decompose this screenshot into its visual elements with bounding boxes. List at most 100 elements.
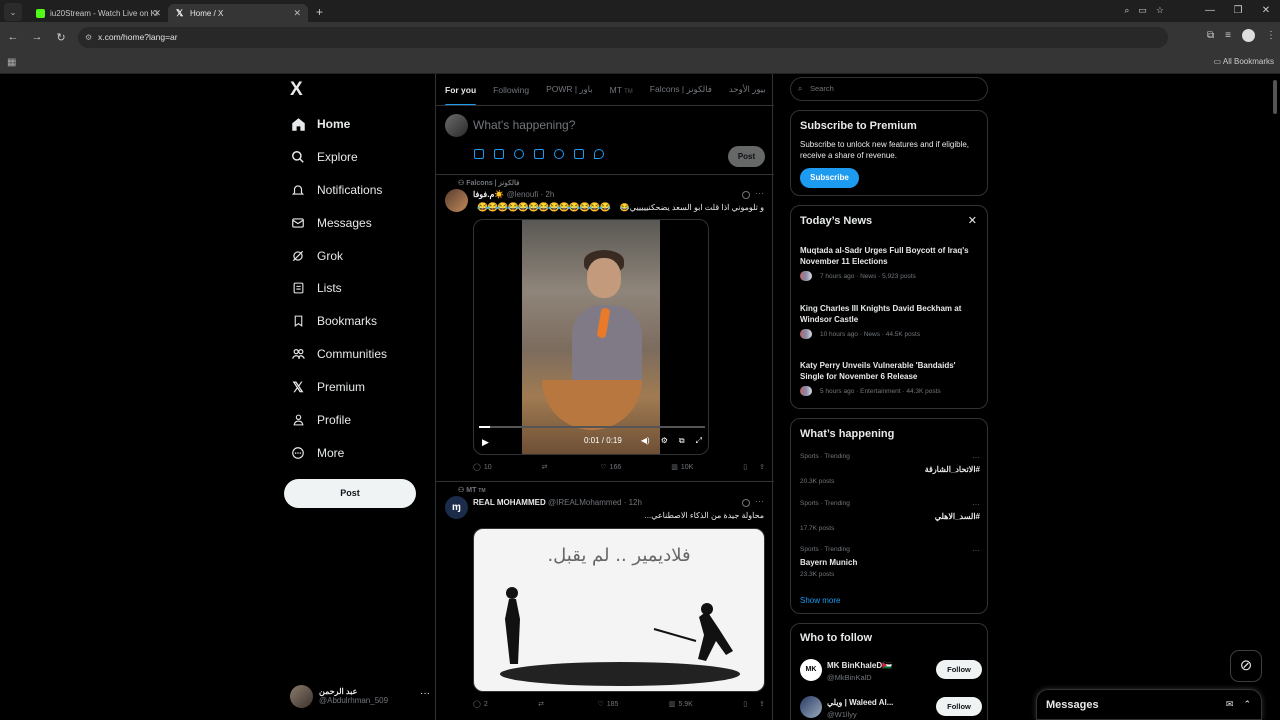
share-icon[interactable]: ⇪ <box>759 700 765 708</box>
maximize-icon[interactable]: ❐ <box>1224 0 1252 22</box>
author-name[interactable]: REAL MOHAMMED <box>473 498 546 507</box>
nav-post-button[interactable]: Post <box>284 479 416 508</box>
schedule-icon[interactable] <box>574 149 584 159</box>
grok-icon[interactable] <box>742 499 750 507</box>
messages-drawer[interactable]: Messages ✉ ⌃ <box>1036 689 1262 720</box>
close-icon[interactable]: ✕ <box>968 214 977 227</box>
views-button[interactable]: ▥ 5.9K <box>669 700 693 709</box>
close-window-icon[interactable]: ✕ <box>1252 0 1280 22</box>
more-icon[interactable]: ··· <box>972 546 980 555</box>
back-icon[interactable]: ← <box>2 31 24 43</box>
reload-icon[interactable]: ↻ <box>50 31 72 44</box>
compose-input[interactable]: What's happening? <box>473 118 575 132</box>
follow-suggestion[interactable]: MK MK BinKhaleD🇯🇴 @MkBinKalD Follow <box>800 659 982 689</box>
grok-fab-icon[interactable]: ⊘ <box>1230 650 1262 682</box>
more-icon[interactable]: ··· <box>755 496 764 506</box>
follow-suggestion[interactable]: ويلي | Waleed Al... @W1llyy Follow <box>800 696 982 720</box>
nav-grok[interactable]: Grok <box>290 245 343 267</box>
emoji-icon[interactable] <box>554 149 564 159</box>
subscribe-button[interactable]: Subscribe <box>800 168 859 188</box>
volume-icon[interactable]: ◀) <box>641 436 650 446</box>
nav-lists[interactable]: Lists <box>290 277 342 299</box>
new-tab-icon[interactable]: + <box>316 5 323 19</box>
follow-button[interactable]: Follow <box>936 697 982 716</box>
trend-item[interactable]: Sports · Trending Bayern Munich 23.3K po… <box>800 546 980 578</box>
tab-search-icon[interactable]: ⌄ <box>4 3 22 21</box>
author-name[interactable]: م.فوفا☀️ <box>473 190 504 199</box>
menu-icon[interactable]: ⋮ <box>1266 30 1276 41</box>
nav-communities[interactable]: Communities <box>290 343 387 365</box>
show-more-link[interactable]: Show more <box>800 596 840 605</box>
bookmark-button[interactable]: ▯ ⇪ <box>743 700 765 708</box>
avatar[interactable]: ɱ <box>445 496 468 519</box>
more-icon[interactable]: ··· <box>972 453 980 462</box>
new-message-icon[interactable]: ✉ <box>1226 699 1234 710</box>
apps-grid-icon[interactable]: ▦ <box>7 57 16 68</box>
video-player[interactable]: ▶ 0:01 / 0:19 ◀) ⚙ ⧉ ⤢ <box>473 219 709 455</box>
follow-button[interactable]: Follow <box>936 660 982 679</box>
trend-item[interactable]: Sports · Trending #الاتحاد_الشارقة 20.3K… <box>800 453 980 485</box>
post-time[interactable]: · 12h <box>624 498 642 507</box>
poll-icon[interactable] <box>534 149 544 159</box>
browser-tab-x[interactable]: 𝕏 Home / X ✕ <box>168 4 308 22</box>
nav-bookmarks[interactable]: Bookmarks <box>290 310 377 332</box>
trend-item[interactable]: Sports · Trending #السد_الاهلي 17.7K pos… <box>800 500 980 532</box>
news-item[interactable]: Katy Perry Unveils Vulnerable 'Bandaids'… <box>800 360 980 396</box>
video-progress-bar[interactable] <box>479 426 705 428</box>
views-button[interactable]: ▥ 10K <box>671 463 693 472</box>
zoom-icon[interactable]: ⌕ <box>1124 5 1129 16</box>
post-image[interactable]: فلاديمير .. لم يقبل. <box>473 528 765 692</box>
repost-button[interactable]: ⇄ <box>542 463 551 471</box>
post-time[interactable]: · 2h <box>541 190 555 199</box>
more-icon[interactable]: ··· <box>972 500 980 509</box>
browser-tab-kick[interactable]: iu20Stream - Watch Live on Ki ✕ <box>28 4 168 22</box>
reply-button[interactable]: ◯ 2 <box>473 700 488 709</box>
share-icon[interactable]: ⇪ <box>759 463 765 471</box>
minimize-icon[interactable]: — <box>1196 0 1224 22</box>
like-button[interactable]: ♡ 185 <box>597 700 618 709</box>
news-item[interactable]: King Charles III Knights David Beckham a… <box>800 303 980 339</box>
account-switcher[interactable]: عبد الرحمن @Abdulrhman_509 ··· <box>290 682 430 710</box>
profile-avatar-icon[interactable] <box>1242 29 1255 42</box>
media-icon[interactable] <box>474 149 484 159</box>
nav-more[interactable]: More <box>290 442 344 464</box>
play-icon[interactable]: ▶ <box>482 437 489 448</box>
settings-icon[interactable]: ⚙ <box>661 436 668 446</box>
tab-falcons[interactable]: Falcons | فالكونز <box>650 84 712 95</box>
grok-icon[interactable] <box>742 191 750 199</box>
fullscreen-icon[interactable]: ⤢ <box>696 436 702 446</box>
close-tab-icon[interactable]: ✕ <box>153 8 161 19</box>
address-bar[interactable]: ⚙ x.com/home?lang=ar <box>78 27 1168 48</box>
more-icon[interactable]: ··· <box>755 188 764 198</box>
gif-icon[interactable] <box>494 149 504 159</box>
author-handle[interactable]: @lenoufi <box>507 190 539 199</box>
cast-icon[interactable]: ▭ <box>1138 5 1147 16</box>
repost-button[interactable]: ⇄ <box>538 700 547 708</box>
all-bookmarks[interactable]: ▭ All Bookmarks <box>1214 57 1274 66</box>
compose-post-button[interactable]: Post <box>728 146 765 167</box>
tab-powr[interactable]: POWR | باور <box>546 84 593 95</box>
grok-icon[interactable] <box>514 149 524 159</box>
nav-profile[interactable]: Profile <box>290 409 351 431</box>
bookmark-button[interactable]: ▯ ⇪ <box>743 463 765 471</box>
star-icon[interactable]: ☆ <box>1156 5 1164 16</box>
nav-explore[interactable]: Explore <box>290 146 358 168</box>
nav-home[interactable]: Home <box>290 113 350 135</box>
like-button[interactable]: ♡ 166 <box>600 463 621 472</box>
pip-icon[interactable]: ⧉ <box>679 436 685 446</box>
post[interactable]: ⚇ MT TM ɱ REAL MOHAMMED @IREALMohammed ·… <box>436 482 774 720</box>
more-icon[interactable]: ··· <box>420 688 430 699</box>
avatar[interactable] <box>445 189 468 212</box>
nav-notifications[interactable]: Notifications <box>290 179 382 201</box>
nav-premium[interactable]: 𝕏 Premium <box>290 376 365 398</box>
expand-icon[interactable]: ⌃ <box>1243 699 1251 710</box>
nav-messages[interactable]: Messages <box>290 212 372 234</box>
close-tab-icon[interactable]: ✕ <box>293 8 301 19</box>
tab-following[interactable]: Following <box>493 85 529 95</box>
media-icon[interactable]: ≡ <box>1225 30 1231 41</box>
location-icon[interactable] <box>594 149 604 159</box>
reply-button[interactable]: ◯ 10 <box>473 463 492 472</box>
search-input[interactable]: ⌕ Search <box>790 77 988 101</box>
extensions-icon[interactable]: ⧉ <box>1207 30 1214 41</box>
site-info-icon[interactable]: ⚙ <box>85 27 92 48</box>
